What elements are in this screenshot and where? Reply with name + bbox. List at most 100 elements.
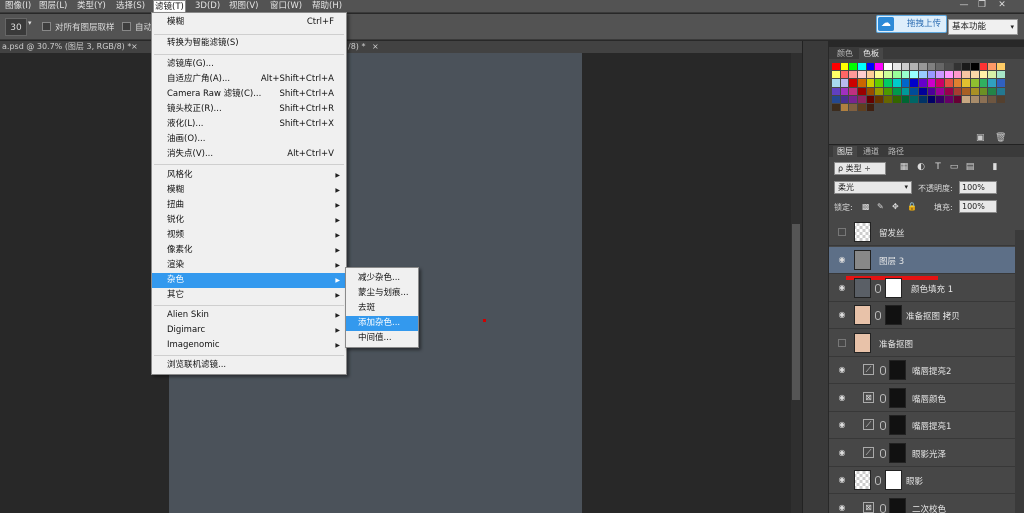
layer-row[interactable]: ◉ 颜色填充 1	[829, 275, 1015, 302]
visibility-off-box[interactable]	[838, 228, 846, 236]
color-swatch[interactable]	[866, 79, 876, 88]
color-swatch[interactable]	[936, 71, 945, 80]
color-swatch[interactable]	[953, 63, 963, 72]
color-swatch[interactable]	[944, 95, 954, 104]
menu-item-vanishing-point[interactable]: 消失点(V)... Alt+Ctrl+V	[152, 147, 346, 162]
color-swatch[interactable]	[849, 71, 859, 80]
color-swatch[interactable]	[936, 79, 945, 88]
color-swatch[interactable]	[849, 103, 859, 113]
image-filter-icon[interactable]: ▦	[899, 162, 909, 173]
color-swatch[interactable]	[988, 79, 998, 88]
color-swatch[interactable]	[936, 87, 945, 96]
color-swatch[interactable]	[840, 63, 850, 72]
color-swatch[interactable]	[944, 63, 954, 72]
menu-item-camera-raw[interactable]: Camera Raw 滤镜(C)... Shift+Ctrl+A	[152, 87, 346, 102]
color-swatch[interactable]	[858, 79, 867, 88]
menu-select[interactable]: 选择(S)	[115, 0, 146, 13]
adjustment-filter-icon[interactable]: ◐	[916, 162, 926, 173]
color-swatch[interactable]	[927, 79, 937, 88]
color-swatch[interactable]	[832, 103, 841, 113]
lock-transparent-icon[interactable]: ▩	[862, 202, 870, 211]
color-swatch[interactable]	[979, 87, 989, 96]
menu-layer[interactable]: 图层(L)	[38, 0, 68, 13]
tab-swatches[interactable]: 色板	[859, 48, 883, 59]
trash-icon[interactable]: 🗑	[995, 133, 1006, 143]
scrollbar-thumb[interactable]	[792, 224, 800, 400]
color-swatch[interactable]	[866, 63, 876, 72]
layer-row[interactable]: ◉ 图层 3	[829, 247, 1015, 274]
color-swatch[interactable]	[840, 71, 850, 80]
color-swatch[interactable]	[832, 71, 841, 80]
close-icon[interactable]: ✕	[994, 0, 1010, 10]
color-swatch[interactable]	[892, 95, 902, 104]
color-swatch[interactable]	[901, 95, 911, 104]
tab-channels[interactable]: 通道	[859, 146, 883, 157]
color-swatch[interactable]	[927, 63, 937, 72]
color-swatch[interactable]	[971, 79, 980, 88]
submenu-item-median[interactable]: 中间值...	[346, 331, 418, 346]
color-swatch[interactable]	[875, 87, 885, 96]
color-swatch[interactable]	[901, 79, 911, 88]
menu-item-pixelate[interactable]: 像素化 ▶	[152, 243, 346, 258]
color-swatch[interactable]	[918, 79, 928, 88]
eye-icon[interactable]: ◉	[837, 476, 847, 484]
color-swatch[interactable]	[892, 79, 902, 88]
color-swatch[interactable]	[849, 79, 859, 88]
layer-row[interactable]: 准备抠图	[829, 330, 1015, 357]
color-swatch[interactable]	[997, 79, 1006, 88]
color-swatch[interactable]	[927, 87, 937, 96]
layer-row[interactable]: ◉ ⟋ 眼影光泽	[829, 440, 1015, 467]
eye-icon[interactable]: ◉	[837, 504, 847, 512]
color-swatch[interactable]	[918, 71, 928, 80]
shape-filter-icon[interactable]: ▭	[949, 162, 959, 173]
color-swatch[interactable]	[910, 63, 919, 72]
color-swatch[interactable]	[849, 87, 859, 96]
color-swatch[interactable]	[979, 79, 989, 88]
chevron-down-icon[interactable]: ▾	[28, 19, 32, 27]
color-swatch[interactable]	[840, 95, 850, 104]
color-swatch[interactable]	[866, 103, 876, 113]
color-swatch[interactable]	[971, 63, 980, 72]
color-swatch[interactable]	[884, 63, 893, 72]
workspace-select[interactable]: 基本功能 ▾	[948, 19, 1018, 35]
layer-row[interactable]: ◉ ⊠ 二次校色	[829, 495, 1015, 513]
menu-item-alien-skin[interactable]: Alien Skin ▶	[152, 308, 346, 323]
menu-item-filter-gallery[interactable]: 滤镜库(G)...	[152, 57, 346, 72]
color-swatch[interactable]	[979, 63, 989, 72]
submenu-item-despeckle[interactable]: 去斑	[346, 301, 418, 316]
document-tab-2[interactable]: /8) *	[348, 41, 365, 53]
tab-layers[interactable]: 图层	[833, 146, 857, 157]
menu-item-lens-correction[interactable]: 镜头校正(R)... Shift+Ctrl+R	[152, 102, 346, 117]
color-swatch[interactable]	[910, 71, 919, 80]
submenu-item-dust-scratches[interactable]: 蒙尘与划痕...	[346, 286, 418, 301]
color-swatch[interactable]	[858, 87, 867, 96]
submenu-item-add-noise[interactable]: 添加杂色...	[346, 316, 418, 331]
color-swatch[interactable]	[910, 87, 919, 96]
color-swatch[interactable]	[901, 87, 911, 96]
color-swatch[interactable]	[979, 71, 989, 80]
brush-size-picker[interactable]: 30	[5, 18, 27, 36]
eye-icon[interactable]: ◉	[837, 449, 847, 457]
eye-icon[interactable]: ◉	[837, 366, 847, 374]
color-swatch[interactable]	[858, 103, 867, 113]
menu-image[interactable]: 图像(I)	[4, 0, 32, 13]
restore-icon[interactable]: ❐	[974, 0, 990, 10]
filter-toggle-icon[interactable]: ▮	[990, 162, 1000, 173]
color-swatch[interactable]	[875, 63, 885, 72]
menu-item-video[interactable]: 视频 ▶	[152, 228, 346, 243]
color-swatch[interactable]	[875, 71, 885, 80]
color-swatch[interactable]	[971, 95, 980, 104]
color-swatch[interactable]	[944, 71, 954, 80]
eye-icon[interactable]: ◉	[837, 311, 847, 319]
color-swatch[interactable]	[927, 71, 937, 80]
eye-icon[interactable]: ◉	[837, 394, 847, 402]
menu-item-digimarc[interactable]: Digimarc ▶	[152, 323, 346, 338]
minimize-icon[interactable]: —	[956, 0, 972, 10]
menu-item-sharpen[interactable]: 锐化 ▶	[152, 213, 346, 228]
new-swatch-icon[interactable]: ▣	[976, 133, 985, 143]
color-swatch[interactable]	[953, 71, 963, 80]
color-swatch[interactable]	[875, 79, 885, 88]
color-swatch[interactable]	[918, 87, 928, 96]
sample-all-layers-checkbox[interactable]	[42, 22, 51, 31]
color-swatch[interactable]	[875, 95, 885, 104]
